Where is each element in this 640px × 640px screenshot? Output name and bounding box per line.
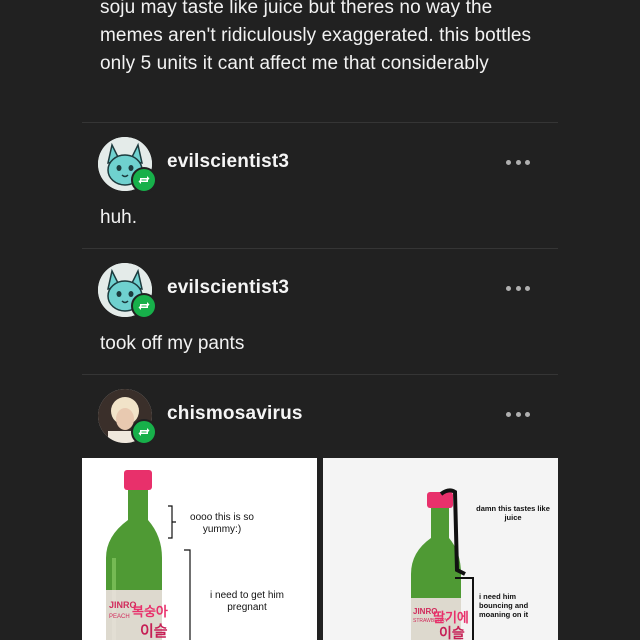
post-body-text: took off my pants (100, 333, 245, 354)
meme-caption: oooo this is so yummy:) (190, 512, 254, 535)
post-body-text: huh. (100, 207, 137, 228)
reblog-icon (131, 419, 157, 445)
divider (82, 122, 558, 123)
username[interactable]: evilscientist3 (167, 151, 289, 173)
svg-text:복숭아: 복숭아 (132, 604, 168, 620)
svg-text:딸기에: 딸기에 (433, 610, 469, 626)
svg-text:이슬: 이슬 (439, 625, 465, 640)
reblog-icon (131, 293, 157, 319)
reblog-header: evilscientist3 (82, 137, 558, 197)
more-options-icon[interactable] (506, 285, 530, 291)
username[interactable]: chismosavirus (167, 403, 303, 425)
meme-image-set[interactable]: JINRO PEACH 복숭아 이슬 oooo this is so yummy… (82, 458, 558, 640)
divider (82, 248, 558, 249)
username[interactable]: evilscientist3 (167, 277, 289, 299)
svg-text:PEACH: PEACH (109, 614, 130, 620)
meme-caption: damn this tastes like juice (476, 504, 550, 522)
svg-text:이슬: 이슬 (140, 622, 168, 640)
reblog-header: evilscientist3 (82, 263, 558, 323)
post-body-text: soju may taste like juice but theres no … (100, 0, 532, 74)
reblog-header: chismosavirus (82, 389, 558, 449)
meme-caption: i need him bouncing and moaning on it (479, 592, 529, 619)
meme-image-right[interactable]: JINRO STRAWBERRY 딸기에 이슬 damn this tastes… (323, 458, 558, 640)
meme-caption: i need to get him pregnant (210, 590, 284, 613)
more-options-icon[interactable] (506, 411, 530, 417)
reblog-icon (131, 167, 157, 193)
divider (82, 374, 558, 375)
meme-image-left[interactable]: JINRO PEACH 복숭아 이슬 oooo this is so yummy… (82, 458, 317, 640)
more-options-icon[interactable] (506, 159, 530, 165)
